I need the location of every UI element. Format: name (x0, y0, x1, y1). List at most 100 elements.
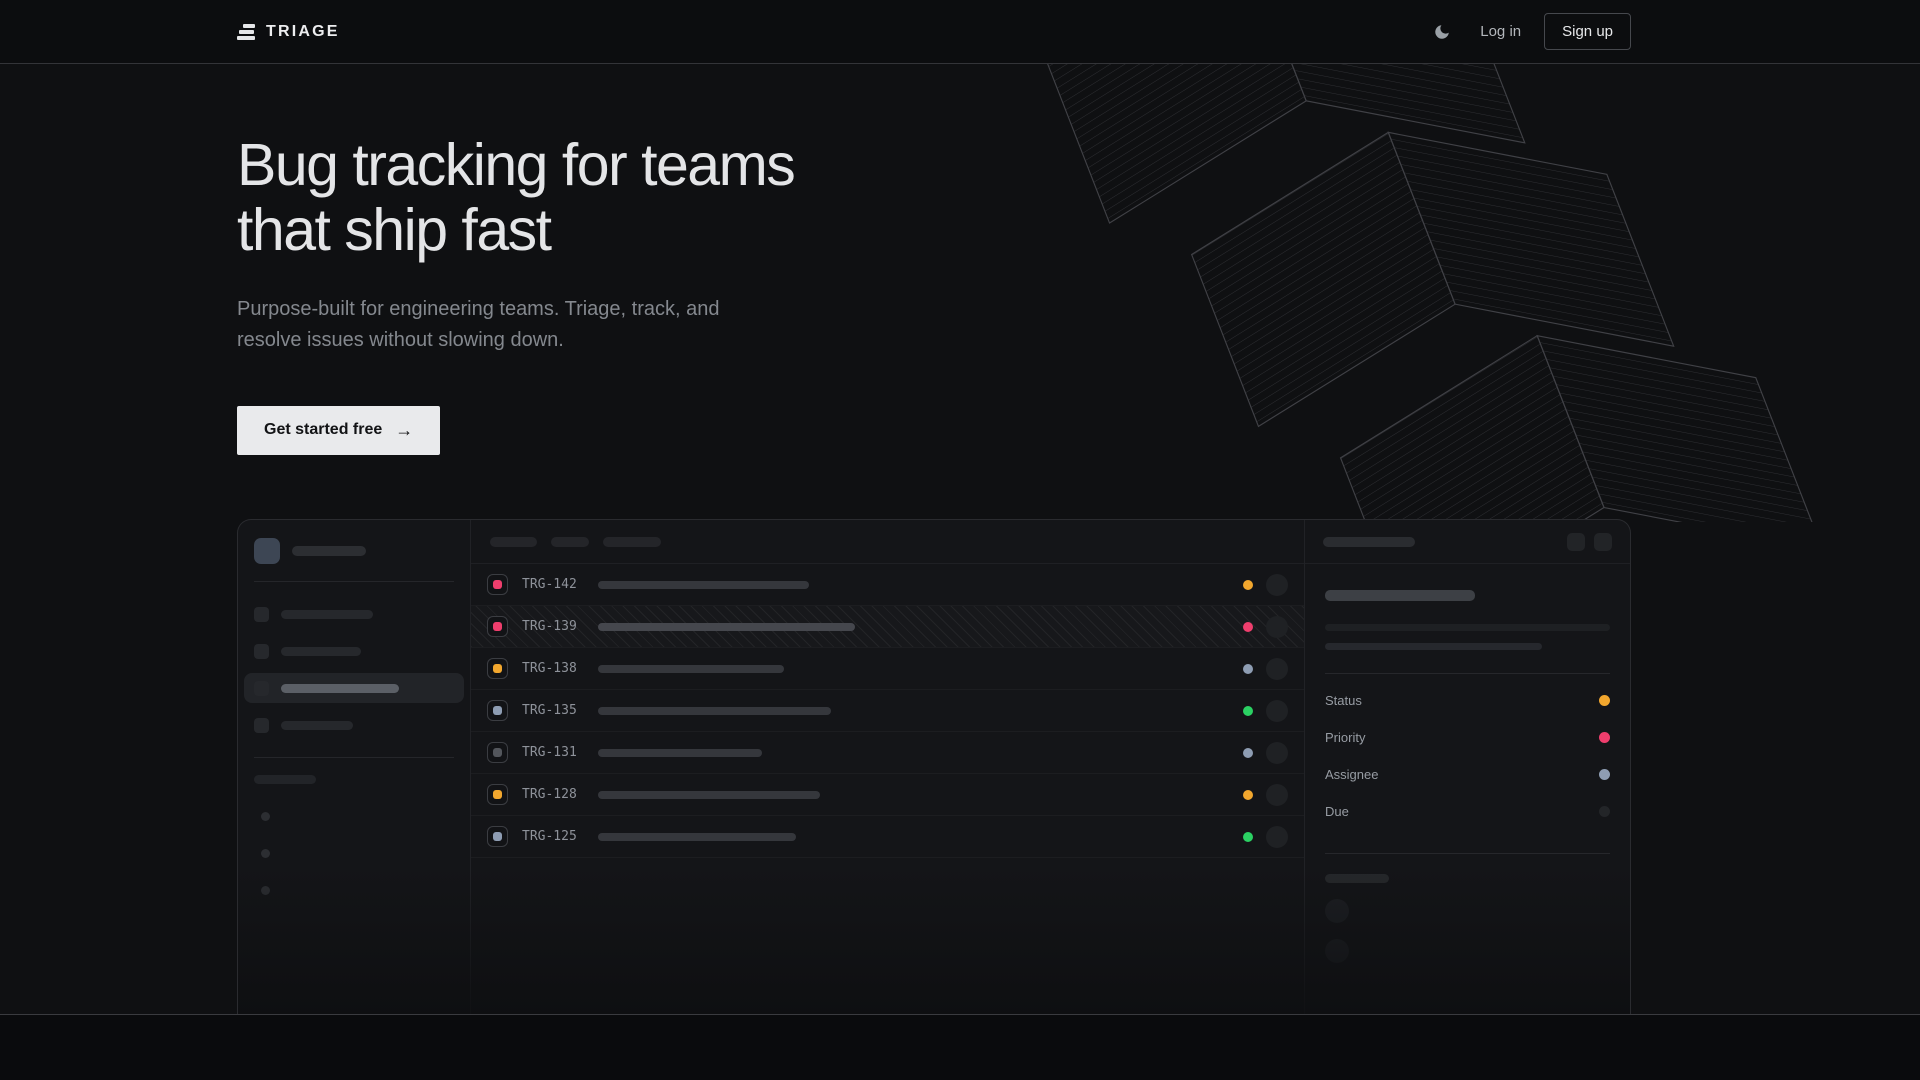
theme-toggle-button[interactable] (1432, 22, 1452, 42)
footer (0, 1015, 1920, 1078)
divider (1325, 673, 1610, 674)
detail-field-label: Assignee (1325, 767, 1378, 782)
list-filter-pill-placeholder (551, 537, 589, 547)
issue-description-placeholder (1325, 624, 1610, 631)
issue-type-icon (487, 742, 508, 763)
assignee-avatar (1266, 658, 1288, 680)
issue-type-icon (487, 784, 508, 805)
sidebar-nav (254, 599, 454, 740)
issue-row: TRG-125 (471, 816, 1304, 858)
get-started-button[interactable]: Get started free → (237, 406, 440, 455)
status-dot (1243, 622, 1253, 632)
status-dot (1243, 664, 1253, 674)
issue-id: TRG-125 (522, 829, 588, 844)
issue-title-placeholder (598, 791, 820, 799)
sidebar-item (244, 710, 464, 740)
list-filter-pill-placeholder (490, 537, 537, 547)
issue-title-placeholder (598, 707, 831, 715)
sidebar-item-label-placeholder (281, 647, 361, 656)
sidebar-item-icon (254, 681, 269, 696)
brand-wordmark: TRIAGE (266, 23, 340, 41)
signup-button[interactable]: Sign up (1544, 13, 1631, 50)
assignee-avatar (1266, 742, 1288, 764)
detail-field-row: Status (1325, 682, 1610, 719)
issue-type-icon (487, 616, 508, 637)
issue-title-placeholder (598, 833, 796, 841)
detail-field-row: Priority (1325, 719, 1610, 756)
moon-icon (1433, 23, 1451, 41)
login-link[interactable]: Log in (1480, 23, 1521, 40)
sidebar-item (244, 673, 464, 703)
sidebar-dot (261, 849, 270, 858)
detail-field-row: Due (1325, 793, 1610, 830)
hero-section: Bug tracking for teams that ship fast Pu… (0, 64, 1920, 1015)
status-dot (1243, 790, 1253, 800)
navbar: TRIAGE Log in Sign up (0, 0, 1920, 64)
detail-field-value-dot (1599, 732, 1610, 743)
sidebar-item-label-placeholder (281, 721, 353, 730)
wireframe-ribbon-decoration (995, 64, 1835, 522)
sidebar-item-label-placeholder (281, 610, 373, 619)
issue-row: TRG-135 (471, 690, 1304, 732)
issue-id: TRG-128 (522, 787, 588, 802)
sidebar-item-label-placeholder (281, 684, 399, 693)
assignee-avatar (1266, 784, 1288, 806)
status-dot (1243, 706, 1253, 716)
issue-title-placeholder (598, 749, 762, 757)
issue-type-icon (487, 574, 508, 595)
assignee-avatar (1266, 574, 1288, 596)
sidebar-item-icon (254, 607, 269, 622)
comment-avatar-placeholder (1325, 899, 1349, 923)
mockup-sidebar (238, 520, 471, 1015)
divider (1325, 853, 1610, 854)
issue-id: TRG-135 (522, 703, 588, 718)
issue-title-placeholder (598, 623, 855, 631)
issue-row: TRG-131 (471, 732, 1304, 774)
issue-id: TRG-138 (522, 661, 588, 676)
app-mockup: TRG-142 TRG-139 TRG-138 TRG-135 (237, 519, 1631, 1015)
detail-action-icon (1594, 533, 1612, 551)
sidebar-item-icon (254, 718, 269, 733)
detail-field-label: Due (1325, 804, 1349, 819)
workspace-avatar (254, 538, 280, 564)
issue-title-placeholder (598, 581, 809, 589)
issue-row: TRG-142 (471, 564, 1304, 606)
brand-logo[interactable]: TRIAGE (237, 23, 340, 41)
hero-subtitle: Purpose-built for engineering teams. Tri… (237, 294, 937, 356)
detail-field-value-dot (1599, 806, 1610, 817)
issue-type-icon (487, 658, 508, 679)
issue-title-placeholder (1325, 590, 1475, 601)
issue-type-icon (487, 700, 508, 721)
assignee-avatar (1266, 700, 1288, 722)
issue-id: TRG-142 (522, 577, 588, 592)
workspace-name-placeholder (292, 546, 366, 556)
issue-description-placeholder (1325, 643, 1542, 650)
mockup-detail-panel: Status Priority Assignee Due (1304, 520, 1630, 1015)
sidebar-dot-list (254, 812, 454, 895)
list-filter-pill-placeholder (603, 537, 661, 547)
sidebar-item (244, 636, 464, 666)
issue-type-icon (487, 826, 508, 847)
detail-title-placeholder (1323, 537, 1415, 547)
status-dot (1243, 580, 1253, 590)
divider (254, 757, 454, 758)
mockup-issue-list: TRG-142 TRG-139 TRG-138 TRG-135 (471, 520, 1304, 1015)
detail-action-icon (1567, 533, 1585, 551)
sidebar-dot (261, 812, 270, 821)
detail-field-value-dot (1599, 769, 1610, 780)
page-title: Bug tracking for teams that ship fast (237, 133, 937, 264)
assignee-avatar (1266, 616, 1288, 638)
detail-field-label: Status (1325, 693, 1362, 708)
issue-id: TRG-139 (522, 619, 588, 634)
detail-section-placeholder (1325, 874, 1389, 883)
issue-row: TRG-139 (471, 606, 1304, 648)
status-dot (1243, 748, 1253, 758)
detail-field-value-dot (1599, 695, 1610, 706)
issue-list-header (471, 520, 1304, 564)
arrow-right-icon: → (395, 420, 413, 441)
triage-bars-icon (237, 24, 255, 40)
status-dot (1243, 832, 1253, 842)
issue-id: TRG-131 (522, 745, 588, 760)
sidebar-section-placeholder (254, 775, 316, 784)
issue-title-placeholder (598, 665, 784, 673)
